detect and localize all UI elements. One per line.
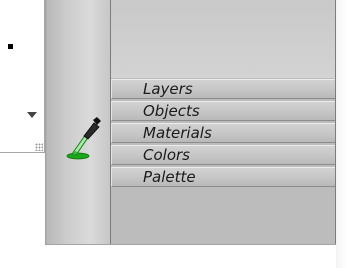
column-shadow [45, 0, 47, 244]
tab-palette[interactable]: Palette [111, 167, 335, 187]
dropdown-arrow-icon[interactable] [27, 112, 37, 118]
tab-materials[interactable]: Materials [111, 123, 335, 143]
left-pane [0, 0, 45, 153]
tab-objects[interactable]: Objects [111, 101, 335, 121]
tab-colors[interactable]: Colors [111, 145, 335, 165]
app-frame: Layers Objects Materials Colors Palette [0, 0, 347, 268]
panel-tab-list: Layers Objects Materials Colors Palette [111, 79, 335, 187]
bottom-area [0, 245, 347, 268]
docked-panel: Layers Objects Materials Colors Palette [111, 0, 336, 244]
panel-header-area [111, 0, 335, 78]
tab-layers[interactable]: Layers [111, 79, 335, 99]
marker-dot [8, 44, 13, 49]
right-edge [336, 0, 347, 268]
eyedropper-icon[interactable] [66, 114, 102, 162]
resize-grip-icon[interactable] [35, 143, 43, 151]
panel-bottom [111, 189, 335, 244]
